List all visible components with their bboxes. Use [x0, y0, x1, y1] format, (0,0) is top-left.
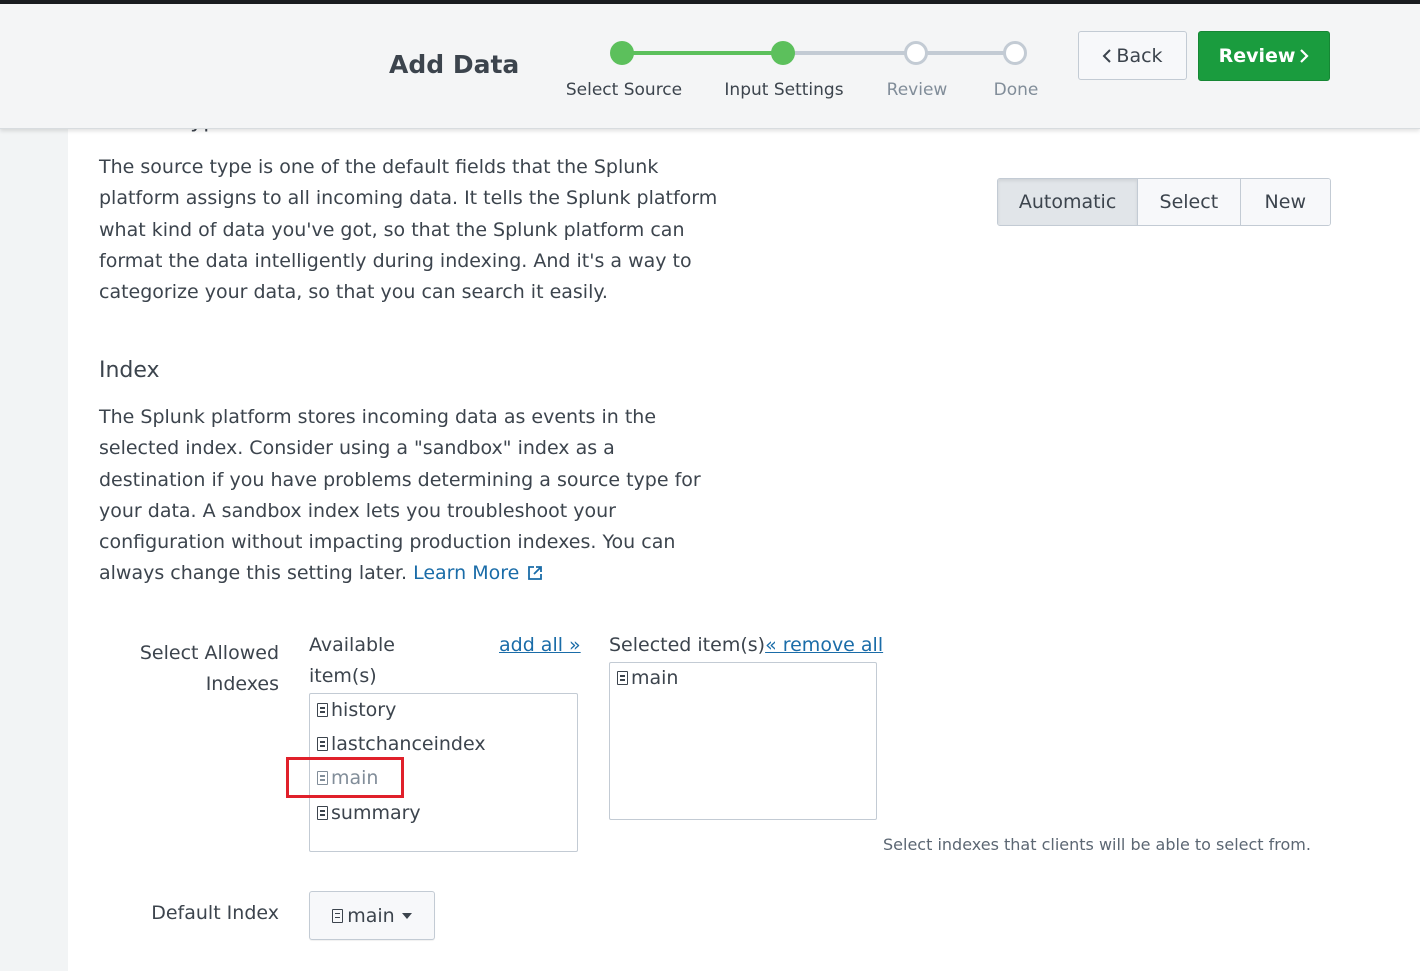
available-item-history[interactable]: history: [317, 699, 396, 721]
default-index-dropdown[interactable]: main: [309, 891, 435, 940]
page-title: Add Data: [389, 50, 520, 79]
index-description: The Splunk platform stores incoming data…: [99, 402, 719, 590]
index-icon: [332, 908, 344, 923]
learn-more-link[interactable]: Learn More: [413, 562, 543, 584]
source-type-automatic-button[interactable]: Automatic: [998, 179, 1139, 225]
step-label-review: Review: [886, 80, 948, 100]
review-button[interactable]: Review: [1198, 31, 1330, 81]
source-type-select-button[interactable]: Select: [1138, 179, 1241, 225]
selected-items-label: Selected item(s): [609, 634, 766, 656]
step-dot-review: [904, 41, 928, 65]
back-button[interactable]: Back: [1078, 31, 1187, 80]
index-description-text: The Splunk platform stores incoming data…: [99, 406, 701, 585]
source-type-new-button[interactable]: New: [1240, 179, 1330, 225]
selected-items-header: Selected item(s)« remove all: [609, 630, 883, 661]
external-link-icon: [528, 566, 543, 581]
index-heading: Index: [99, 358, 160, 383]
available-item-lastchanceindex[interactable]: lastchanceindex: [317, 733, 486, 755]
remove-all-link[interactable]: « remove all: [765, 634, 883, 656]
progress-line-remaining: [783, 51, 1016, 55]
available-items-label: Available item(s): [309, 634, 396, 687]
chevron-left-icon: [1103, 48, 1112, 63]
available-item-summary[interactable]: summary: [317, 802, 421, 824]
step-dot-input-settings: [771, 41, 795, 65]
caret-down-icon: [401, 912, 412, 919]
step-dot-done: [1003, 41, 1027, 65]
add-all-link[interactable]: add all »: [499, 630, 581, 661]
step-label-input-settings: Input Settings: [724, 80, 844, 100]
chevron-right-icon: [1300, 49, 1309, 63]
step-dot-select-source: [610, 41, 634, 65]
index-icon: [317, 703, 328, 717]
default-index-label: Default Index: [151, 902, 279, 924]
highlight-box: [286, 757, 404, 798]
selected-items-list[interactable]: main: [609, 662, 877, 820]
review-button-label: Review: [1218, 45, 1296, 67]
selected-item-main[interactable]: main: [617, 667, 678, 689]
default-index-value: main: [347, 904, 395, 927]
allowed-indexes-label: Select Allowed Indexes: [139, 642, 279, 695]
allowed-indexes-help: Select indexes that clients will be able…: [883, 835, 1311, 854]
progress-line-complete: [622, 51, 783, 55]
step-label-select-source: Select Source: [565, 80, 683, 100]
source-type-toggle: Automatic Select New: [997, 178, 1331, 226]
index-icon: [617, 671, 628, 685]
step-label-done: Done: [993, 80, 1039, 100]
source-type-description: The source type is one of the default fi…: [99, 156, 718, 304]
index-icon: [317, 737, 328, 751]
index-icon: [317, 806, 328, 820]
back-button-label: Back: [1116, 44, 1163, 67]
wizard-header: Add Data Select Source Input Settings Re…: [0, 4, 1420, 129]
